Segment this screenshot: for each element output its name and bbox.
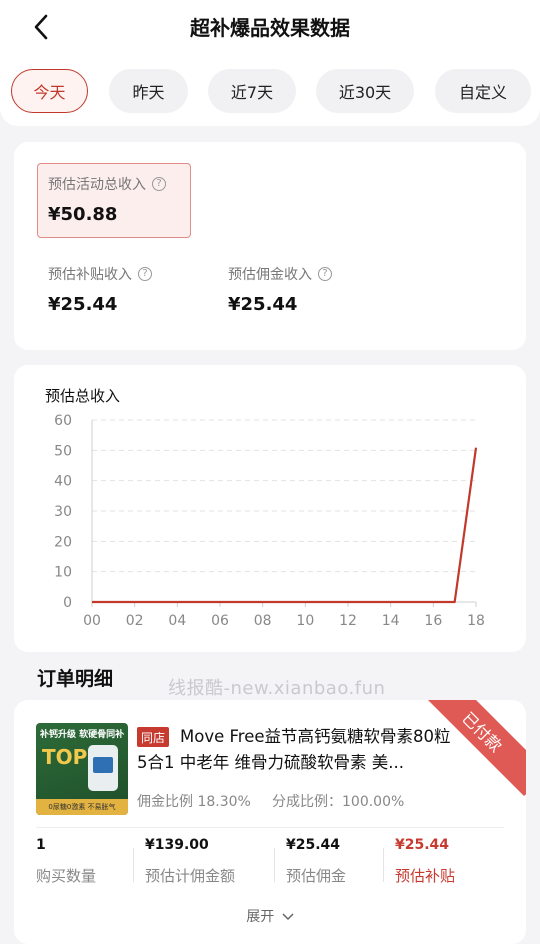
help-icon[interactable]: ? (152, 177, 166, 191)
stat-commission-base: ¥139.00 预估计佣金额 (145, 837, 236, 885)
total-income-label: 预估活动总收入 (48, 177, 146, 193)
top-bar: 超补爆品效果数据 今天 昨天 近7天 近30天 自定义 (0, 0, 540, 126)
y-tick-label: 10 (54, 565, 72, 581)
product-title[interactable]: Move Free益节高钙氨糖软骨素80粒 5合1 中老年 维骨力硫酸软骨素 美… (137, 724, 457, 776)
page-title: 超补爆品效果数据 (190, 16, 350, 40)
y-tick-label: 20 (54, 534, 72, 550)
total-income-value: ¥50.88 (48, 204, 118, 225)
bottle-graphic (88, 745, 118, 791)
order-detail-title: 订单明细 (37, 668, 114, 690)
order-card[interactable]: 已付款 补钙升级 软硬骨同补 TOP1 0尿糖0激素 不易胀气 Move Fre… (14, 700, 526, 944)
divider (274, 848, 275, 882)
commission-income-label: 预估佣金收入 (228, 267, 312, 283)
stat-commission: ¥25.44 预估佣金 (286, 837, 347, 885)
total-income-box: 预估活动总收入 ? ¥50.88 (37, 163, 191, 238)
income-line-chart: 0 10 20 30 40 50 60 00 02 04 06 08 10 12 14 16 18 (54, 413, 485, 629)
y-tick-label: 0 (63, 595, 72, 611)
x-tick-label: 18 (467, 613, 485, 629)
income-chart-card: 预估总收入 0 10 20 30 40 50 60 00 02 04 06 08 10 12 14 16 18 (14, 365, 526, 652)
series-line (92, 447, 478, 604)
commission-income-value: ¥25.44 (228, 294, 298, 315)
stat-quantity: 1 购买数量 (36, 837, 97, 885)
commission-ratio: 佣金比例 18.30% (137, 794, 251, 810)
y-tick-label: 30 (54, 504, 72, 520)
x-tick-label: 14 (382, 613, 400, 629)
tab-yesterday[interactable]: 昨天 (109, 69, 188, 113)
share-ratio: 分成比例：100.00% (272, 794, 405, 810)
date-range-tabs: 今天 昨天 近7天 近30天 自定义 (0, 69, 540, 113)
divider (383, 848, 384, 882)
watermark: 线报酷-new.xianbao.fun (168, 678, 386, 699)
y-tick-label: 50 (54, 443, 72, 459)
y-tick-label: 40 (54, 474, 72, 490)
help-icon[interactable]: ? (318, 267, 332, 281)
tab-last-7-days[interactable]: 近7天 (208, 69, 296, 113)
x-tick-label: 02 (126, 613, 144, 629)
x-tick-label: 10 (296, 613, 314, 629)
subsidy-income-value: ¥25.44 (48, 294, 118, 315)
income-summary-card: 预估活动总收入 ? ¥50.88 预估补贴收入 ? ¥25.44 预估佣金收入 … (14, 142, 526, 350)
product-image[interactable]: 补钙升级 软硬骨同补 TOP1 0尿糖0激素 不易胀气 (36, 723, 128, 815)
divider (133, 848, 134, 882)
x-tick-label: 08 (254, 613, 272, 629)
chevron-down-icon (282, 913, 294, 921)
help-icon[interactable]: ? (138, 267, 152, 281)
stat-subsidy: ¥25.44 预估补贴 (395, 837, 456, 885)
tab-last-30-days[interactable]: 近30天 (316, 69, 414, 113)
x-tick-label: 16 (424, 613, 442, 629)
x-tick-label: 06 (211, 613, 229, 629)
tab-custom[interactable]: 自定义 (435, 69, 531, 113)
x-tick-label: 04 (168, 613, 186, 629)
x-tick-label: 00 (83, 613, 101, 629)
expand-button[interactable]: 展开 (14, 906, 526, 926)
tab-today[interactable]: 今天 (11, 69, 88, 113)
x-tick-label: 12 (339, 613, 357, 629)
divider (36, 827, 504, 828)
store-tag: 同店 (137, 727, 170, 747)
subsidy-income-label: 预估补贴收入 (48, 267, 132, 283)
y-tick-label: 60 (54, 413, 72, 429)
